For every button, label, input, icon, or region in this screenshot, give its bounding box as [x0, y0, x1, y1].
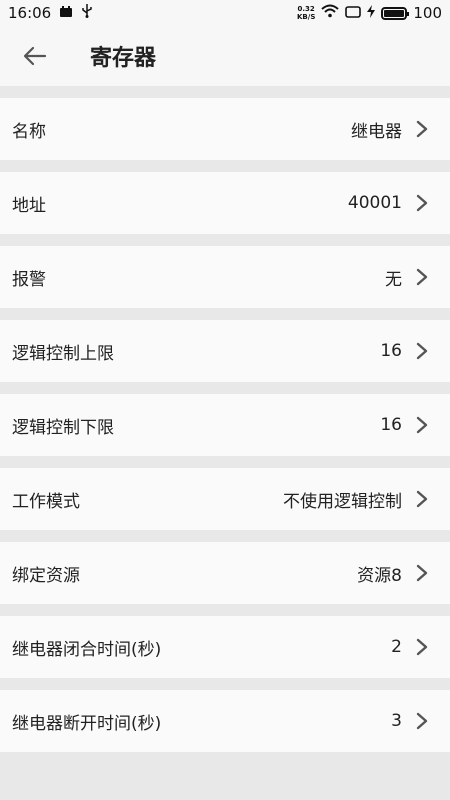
row-label: 名称 [12, 121, 46, 142]
chevron-right-icon [416, 342, 430, 360]
row-label: 报警 [12, 269, 46, 290]
row-relay-close-time[interactable]: 继电器闭合时间(秒) 2 [0, 616, 450, 678]
network-speed-unit: KB/S [297, 13, 316, 21]
row-value: 无 [385, 269, 402, 290]
row-value: 16 [380, 415, 402, 435]
row-address[interactable]: 地址 40001 [0, 172, 450, 234]
chevron-right-icon [416, 120, 430, 138]
row-value: 2 [391, 637, 402, 657]
row-label: 继电器闭合时间(秒) [12, 639, 162, 660]
arrow-left-icon [23, 46, 47, 66]
chevron-right-icon [416, 490, 430, 508]
network-speed: 0.32 KB/S [297, 5, 315, 21]
row-logic-upper-limit[interactable]: 逻辑控制上限 16 [0, 320, 450, 382]
settings-list: 名称 继电器 地址 40001 报警 无 逻辑控制上限 16 逻辑控制下限 16 [0, 86, 450, 752]
row-name[interactable]: 名称 继电器 [0, 98, 450, 160]
row-logic-lower-limit[interactable]: 逻辑控制下限 16 [0, 394, 450, 456]
row-value: 3 [391, 711, 402, 731]
row-value: 16 [380, 341, 402, 361]
row-label: 绑定资源 [12, 565, 80, 586]
row-value: 不使用逻辑控制 [283, 491, 402, 512]
status-time: 16:06 [8, 4, 52, 22]
row-label: 工作模式 [12, 491, 80, 512]
status-left: 16:06 [8, 4, 93, 22]
charging-icon [367, 4, 376, 22]
row-relay-open-time[interactable]: 继电器断开时间(秒) 3 [0, 690, 450, 752]
row-label: 逻辑控制下限 [12, 417, 114, 438]
row-alarm[interactable]: 报警 无 [0, 246, 450, 308]
status-right: 0.32 KB/S 100 [297, 4, 442, 22]
row-value: 继电器 [351, 121, 402, 142]
wifi-icon [321, 4, 340, 22]
row-value: 资源8 [357, 565, 402, 586]
chevron-right-icon [416, 638, 430, 656]
row-label: 地址 [12, 195, 46, 216]
notification-icon [59, 4, 73, 22]
row-bound-resource[interactable]: 绑定资源 资源8 [0, 542, 450, 604]
usb-icon [81, 4, 93, 22]
page-title: 寄存器 [90, 46, 157, 71]
chevron-right-icon [416, 194, 430, 212]
battery-percent: 100 [413, 4, 442, 22]
row-label: 逻辑控制上限 [12, 343, 114, 364]
status-bar: 16:06 0.32 KB/S 100 [0, 0, 450, 26]
screen-icon [345, 4, 362, 22]
back-button[interactable] [0, 26, 70, 86]
row-label: 继电器断开时间(秒) [12, 713, 162, 734]
chevron-right-icon [416, 564, 430, 582]
network-speed-value: 0.32 [297, 5, 315, 13]
row-value: 40001 [347, 193, 402, 213]
chevron-right-icon [416, 268, 430, 286]
chevron-right-icon [416, 416, 430, 434]
battery-icon [381, 6, 410, 20]
row-work-mode[interactable]: 工作模式 不使用逻辑控制 [0, 468, 450, 530]
chevron-right-icon [416, 712, 430, 730]
app-bar: 寄存器 [0, 26, 450, 86]
